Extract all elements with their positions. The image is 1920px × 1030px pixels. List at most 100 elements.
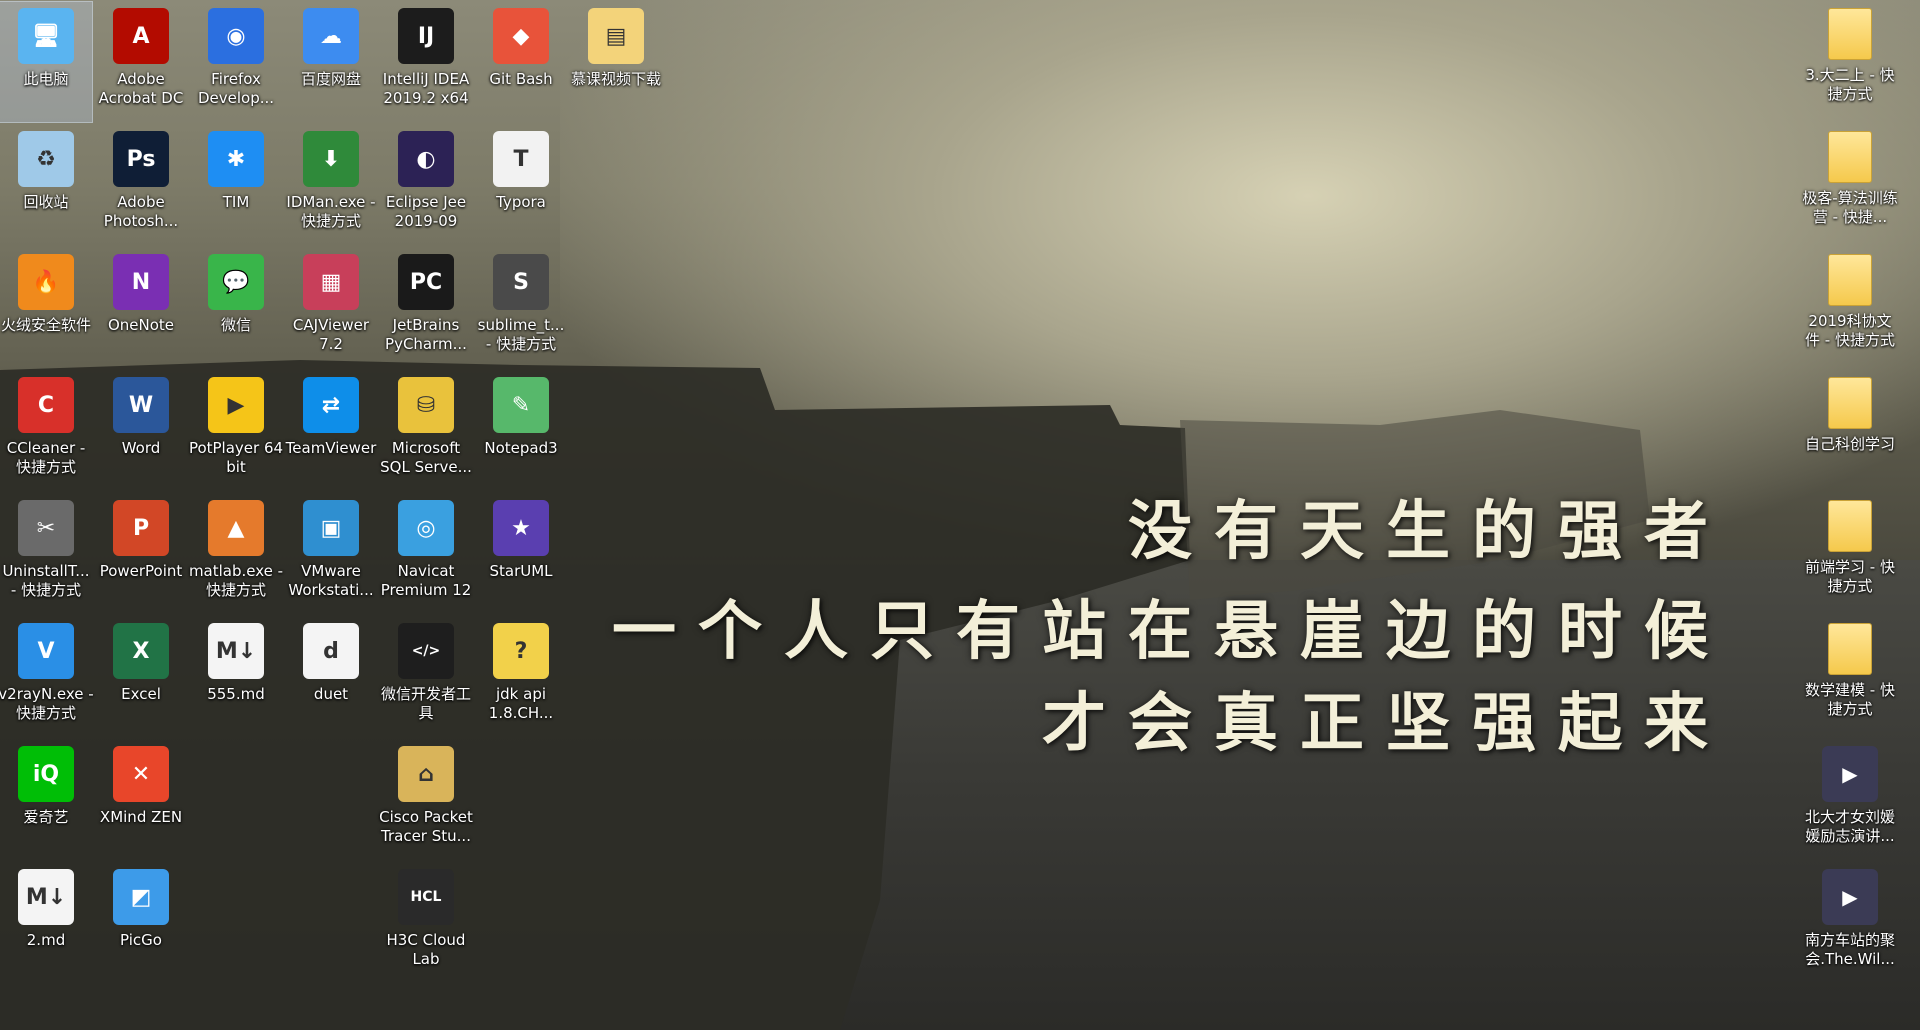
desktop-icon-label: 微信开发者工具 [380,685,471,722]
desktop-icon-photoshop[interactable]: Ps Adobe Photosh... [95,125,187,245]
desktop-icon-potplayer[interactable]: ▶ PotPlayer 64 bit [188,371,284,491]
desktop-icon-wechat-devtools[interactable]: </> 微信开发者工具 [380,617,472,737]
desktop-icon-staruml[interactable]: ★ StarUML [475,494,567,614]
recycle-bin-icon: ♻ [18,131,74,187]
baidu-netdisk-icon: ☁ [303,8,359,64]
pycharm-icon: PC [398,254,454,310]
desktop-icon-label: 此电脑 [23,70,69,88]
desktop-icon-label: StarUML [489,562,553,580]
desktop-icon-picgo[interactable]: ◩ PicGo [95,863,187,983]
desktop-icon-ccleaner[interactable]: C CCleaner - 快捷方式 [0,371,92,491]
desktop-icon-navicat[interactable]: ◎ Navicat Premium 12 [380,494,472,614]
video-file-icon: ▶ [1822,746,1878,802]
desktop-icon-wechat[interactable]: 💬 微信 [190,248,282,368]
desktop-icon-label: OneNote [107,316,175,334]
desktop-icon-teamviewer[interactable]: ⇄ TeamViewer [285,371,377,491]
idm-icon: ⬇ [303,131,359,187]
file-icon: ▤ [588,8,644,64]
ccleaner-icon: C [18,377,74,433]
desktop-icon-computer[interactable]: 🖥 此电脑 [0,1,93,123]
folder-shortcut-icon [1828,254,1872,306]
desktop-icon-label: duet [313,685,349,703]
desktop-icon-file[interactable]: ▤ 慕课视频下载 [570,2,662,122]
tim-icon: ✱ [208,131,264,187]
folder-shortcut-icon [1828,500,1872,552]
desktop-icon-sublime[interactable]: Ssublime_t... - 快捷方式 [475,248,567,368]
folder-shortcut-icon [1828,8,1872,60]
huorong-icon: 🔥 [18,254,74,310]
desktop-icon-duet[interactable]: d duet [285,617,377,737]
markdown-file-icon: M↓ [208,623,264,679]
desktop-icon-huorong[interactable]: 🔥 火绒安全软件 [0,248,92,368]
desktop-icon-onenote[interactable]: N OneNote [95,248,187,368]
desktop-icon-label: Notepad3 [484,439,558,457]
desktop-icon-packet-tracer[interactable]: ⌂ Cisco Packet Tracer Stu... [379,740,473,860]
desktop-icon-tim[interactable]: ✱ TIM [190,125,282,245]
desktop-icon-label: Typora [496,193,546,211]
desktop-icon-firefox[interactable]: ◉ Firefox Develop... [190,2,282,122]
desktop-icon-label: 慕课视频下载 [570,70,661,88]
desktop-icon-label: 2.md [26,931,66,949]
desktop-icon-label: Word [121,439,161,457]
desktop-icon-label: 2019科协文件 - 快捷方式 [1805,312,1895,349]
desktop-icon-git-bash[interactable]: ◆ Git Bash [475,2,567,122]
desktop-icon-sql-server[interactable]: ⛁ Microsoft SQL Serve... [380,371,472,491]
desktop-icon-typora[interactable]: T Typora [475,125,567,245]
eclipse-icon: ◐ [398,131,454,187]
desktop-icon-label: UninstallT... - 快捷方式 [2,562,90,599]
desktop-icon-label: Adobe Photosh... [103,193,179,230]
desktop-icon-right-2[interactable]: 2019科协文件 - 快捷方式 [1804,248,1896,368]
wallpaper-quote-line-2: 一个人只有站在悬崖边的时候 [612,594,1730,669]
acrobat-icon: A [113,8,169,64]
desktop-icon-v2rayn[interactable]: Vv2rayN.exe - 快捷方式 [0,617,94,737]
desktop-icon-markdown-file[interactable]: M↓ 555.md [190,617,282,737]
desktop-icon-iqiyi[interactable]: iQ 爱奇艺 [0,740,92,860]
desktop-icon-uninstall-tool[interactable]: ✂ UninstallT... - 快捷方式 [0,494,92,614]
desktop-icon-label: 北大才女刘媛媛励志演讲... [1804,808,1895,845]
desktop-icon-h3c-cloud-lab[interactable]: HCL H3C Cloud Lab [380,863,472,983]
desktop-icon-right-6[interactable]: ▶ 北大才女刘媛媛励志演讲... [1804,740,1896,860]
desktop-icon-label: sublime_t... - 快捷方式 [477,316,565,353]
intellij-icon: IJ [398,8,454,64]
desktop-icon-label: v2rayN.exe - 快捷方式 [0,685,94,722]
desktop-icon-xmind[interactable]: ✕ XMind ZEN [95,740,187,860]
desktop-icon-vmware[interactable]: ▣ VMware Workstati... [285,494,377,614]
desktop-icon-pycharm[interactable]: PC JetBrains PyCharm... [380,248,472,368]
desktop-icon-label: Git Bash [489,70,553,88]
folder-shortcut-icon [1828,623,1872,675]
desktop-icon-intellij[interactable]: IJ IntelliJ IDEA 2019.2 x64 [380,2,472,122]
desktop-icon-recycle-bin[interactable]: ♻ 回收站 [0,125,92,245]
desktop-icon-word[interactable]: W Word [95,371,187,491]
desktop-icon-eclipse[interactable]: ◐ Eclipse Jee 2019-09 [380,125,472,245]
desktop-icon-label: Microsoft SQL Serve... [380,439,472,476]
sublime-icon: S [493,254,549,310]
desktop-icon-label: jdk api 1.8.CH... [488,685,554,722]
desktop-icon-right-7[interactable]: ▶ 南方车站的聚会.The.Wil... [1804,863,1896,983]
desktop-icon-chm-help[interactable]: ? jdk api 1.8.CH... [475,617,567,737]
notepad3-icon: ✎ [493,377,549,433]
desktop-icon-label: 数学建模 - 快捷方式 [1805,681,1895,718]
desktop-icon-markdown-file[interactable]: M↓ 2.md [0,863,92,983]
desktop-icon-notepad3[interactable]: ✎ Notepad3 [475,371,567,491]
photoshop-icon: Ps [113,131,169,187]
desktop-icon-baidu-netdisk[interactable]: ☁ 百度网盘 [285,2,377,122]
desktop-icon-idm[interactable]: ⬇ IDMan.exe - 快捷方式 [285,125,377,245]
powerpoint-icon: P [113,500,169,556]
desktop-icon-label: Navicat Premium 12 [380,562,472,599]
desktop-icon-cajviewer[interactable]: ▦ CAJViewer 7.2 [285,248,377,368]
desktop-icon-powerpoint[interactable]: P PowerPoint [95,494,187,614]
desktop-icon-label: 回收站 [23,193,69,211]
desktop-icon-right-3[interactable]: 自己科创学习 [1804,371,1896,491]
typora-icon: T [493,131,549,187]
desktop-icon-right-4[interactable]: 前端学习 - 快捷方式 [1804,494,1896,614]
desktop-icon-label: matlab.exe - 快捷方式 [188,562,284,599]
desktop-icon-label: PotPlayer 64 bit [188,439,284,476]
desktop-icon-right-1[interactable]: 极客-算法训练营 - 快捷... [1802,125,1898,245]
desktop-icon-matlab[interactable]: ▲ matlab.exe - 快捷方式 [188,494,284,614]
desktop-icon-excel[interactable]: X Excel [95,617,187,737]
v2rayn-icon: V [18,623,74,679]
desktop-icon-acrobat[interactable]: A Adobe Acrobat DC [95,2,187,122]
desktop-icon-label: 前端学习 - 快捷方式 [1805,558,1895,595]
desktop-icon-right-0[interactable]: 3.大二上 - 快捷方式 [1804,2,1896,122]
desktop-icon-right-5[interactable]: 数学建模 - 快捷方式 [1804,617,1896,737]
